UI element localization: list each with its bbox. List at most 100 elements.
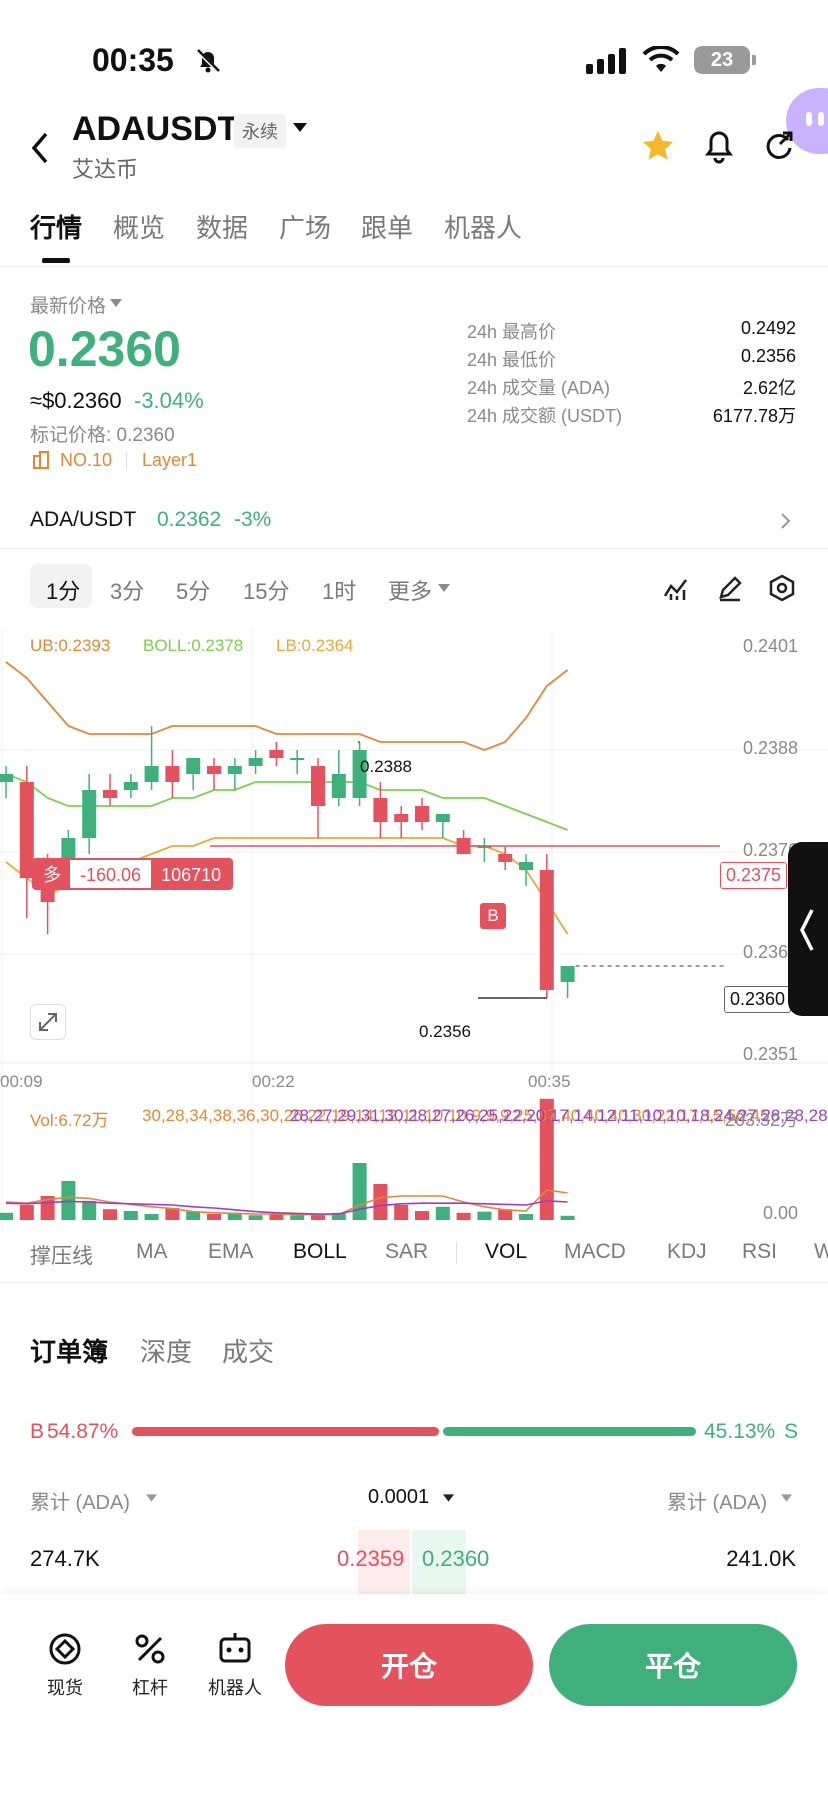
volume-bar <box>186 1211 201 1220</box>
tab-bots[interactable]: 机器人 <box>444 208 522 245</box>
candle-body <box>539 870 554 990</box>
y-tick: 0.2351 <box>742 1044 798 1064</box>
col-left-header[interactable]: 累计 (ADA) <box>30 1486 130 1515</box>
col-right-header[interactable]: 累计 (ADA) <box>667 1486 767 1515</box>
buy-prefix: B <box>30 1420 45 1443</box>
boll-upper-line <box>5 661 569 751</box>
leverage-icon[interactable] <box>131 1630 169 1668</box>
candle-body <box>269 750 284 758</box>
share-icon[interactable] <box>762 128 796 164</box>
contract-badge: 永续 <box>234 114 286 148</box>
timeframe-1h[interactable]: 1时 <box>322 574 356 606</box>
candle-body <box>144 766 159 782</box>
sell-ratio: 45.13% <box>704 1420 776 1443</box>
indicator-ema[interactable]: EMA <box>208 1240 254 1264</box>
tab-depth[interactable]: 深度 <box>140 1332 192 1369</box>
timeframe-more[interactable]: 更多 <box>388 574 432 606</box>
indicator-sar[interactable]: SAR <box>385 1240 428 1264</box>
sell-suffix: S <box>784 1420 799 1443</box>
robot-icon[interactable] <box>216 1630 254 1668</box>
timeframe-1m[interactable]: 1分 <box>46 574 80 606</box>
tab-active-indicator <box>42 258 70 263</box>
open-position-button[interactable]: 开仓 <box>285 1624 533 1706</box>
ratio-bar-sell <box>443 1427 696 1436</box>
tab-trades[interactable]: 成交 <box>222 1332 274 1369</box>
nav-leverage[interactable]: 杠杆 <box>115 1674 185 1700</box>
indicator-boll[interactable]: BOLL <box>293 1240 347 1264</box>
volume-bar <box>248 1215 263 1220</box>
volume-bar <box>61 1180 76 1220</box>
ask-price[interactable]: 0.2360 <box>422 1546 489 1572</box>
indicator-macd[interactable]: MACD <box>564 1240 626 1264</box>
chart-settings-icon[interactable] <box>768 574 796 602</box>
volume-bar <box>144 1213 159 1220</box>
indicator-support[interactable]: 撑压线 <box>30 1240 93 1270</box>
candlestick-chart[interactable] <box>0 628 828 1232</box>
y-tick: 0.2401 <box>742 636 798 656</box>
candle-body <box>498 854 513 862</box>
volume-bar <box>82 1200 97 1220</box>
bid-price[interactable]: 0.2359 <box>337 1546 404 1572</box>
side-drawer-handle[interactable] <box>788 842 828 1016</box>
battery-level: 23 <box>710 48 734 71</box>
position-tag[interactable]: 多 -160.06 106710 <box>32 858 234 890</box>
alert-bell-icon[interactable] <box>702 128 736 164</box>
tab-overview[interactable]: 概览 <box>113 208 165 245</box>
close-position-button[interactable]: 平仓 <box>549 1624 797 1706</box>
bubble-eye-icon <box>818 112 824 126</box>
timeframe-3m[interactable]: 3分 <box>110 574 144 606</box>
ratio-bar <box>132 1427 696 1436</box>
indicator-divider <box>456 1242 457 1264</box>
timeframe-5m[interactable]: 5分 <box>176 574 210 606</box>
nav-spot[interactable]: 现货 <box>30 1674 100 1700</box>
high-marker-label: 0.2388 <box>360 757 412 776</box>
precision-select[interactable]: 0.0001 <box>368 1486 429 1509</box>
stat-label-low: 24h 最低价 <box>467 350 557 370</box>
volume-y-tick: 0.00 <box>762 1203 798 1223</box>
tab-data[interactable]: 数据 <box>196 208 248 245</box>
spot-price: 0.2362 <box>157 508 222 531</box>
battery-icon: 23 <box>694 46 750 74</box>
tab-orderbook[interactable]: 订单簿 <box>30 1332 108 1369</box>
spot-icon[interactable] <box>46 1630 84 1668</box>
candle-body <box>207 766 221 774</box>
stat-value-turnover: 6177.78万 <box>712 406 796 426</box>
indicator-rsi[interactable]: RSI <box>742 1240 777 1264</box>
nav-bots[interactable]: 机器人 <box>200 1674 270 1700</box>
indicator-ma[interactable]: MA <box>136 1240 168 1264</box>
volume-bar <box>519 1213 533 1220</box>
indicator-vol[interactable]: VOL <box>485 1240 527 1264</box>
fullscreen-button[interactable] <box>30 1004 66 1040</box>
tab-square[interactable]: 广场 <box>279 208 331 245</box>
candle-body <box>165 766 180 782</box>
boll-lb-label: LB:0.2364 <box>276 636 354 655</box>
indicator-kdj[interactable]: KDJ <box>667 1240 707 1264</box>
x-tick: 00:09 <box>0 1072 43 1091</box>
battery-cap <box>752 55 756 65</box>
entry-price-tag: 0.2375 <box>720 862 788 889</box>
back-icon[interactable] <box>28 130 52 166</box>
sector-tag[interactable]: Layer1 <box>142 450 197 471</box>
last-price: 0.2360 <box>28 321 181 377</box>
timeframe-15m[interactable]: 15分 <box>243 574 289 606</box>
symbol-title[interactable]: ADAUSDT <box>72 110 238 149</box>
volume-bar <box>435 1206 450 1220</box>
rank-tag[interactable]: NO.10 <box>60 450 112 471</box>
candle-body <box>331 774 346 798</box>
draw-pencil-icon[interactable] <box>716 574 744 602</box>
buy-ratio: 54.87% <box>47 1420 119 1443</box>
indicator-icon[interactable] <box>662 574 690 602</box>
stat-value-volume: 2.62亿 <box>742 378 796 398</box>
indicator-more[interactable]: W <box>814 1240 828 1264</box>
section-divider <box>0 1282 828 1283</box>
volume-bar <box>415 1210 429 1220</box>
tabs-divider <box>0 266 828 267</box>
symbol-subtitle: 艾达币 <box>72 157 139 182</box>
spot-change: -3% <box>234 508 272 531</box>
symbol-dropdown-icon[interactable] <box>292 122 308 134</box>
last-price-label[interactable]: 最新价格 <box>30 291 106 318</box>
favorite-star-icon[interactable] <box>640 128 676 164</box>
candle-body <box>0 774 13 782</box>
tab-market[interactable]: 行情 <box>30 208 82 245</box>
tab-copytrade[interactable]: 跟单 <box>361 208 413 245</box>
